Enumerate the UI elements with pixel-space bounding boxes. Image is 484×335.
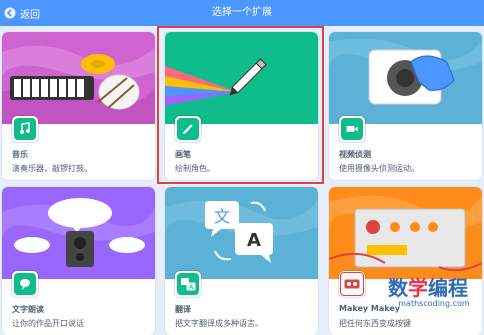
extension-desc: 演奏乐器，敲锣打鼓。 bbox=[12, 164, 92, 173]
pen-icon bbox=[175, 116, 201, 142]
extension-card-text-to-speech[interactable]: 文字朗读 让你的作品开口说话 bbox=[2, 187, 155, 335]
video-camera-icon bbox=[339, 116, 365, 142]
svg-text:文: 文 bbox=[214, 207, 230, 226]
watermark-logo: 数学编程 bbox=[388, 276, 468, 300]
extension-desc: 绘制角色。 bbox=[175, 164, 215, 173]
extension-name: 视频侦测 bbox=[339, 150, 371, 159]
page-title: 选择一个扩展 bbox=[212, 7, 272, 18]
extension-desc: 使用摄像头侦测运动。 bbox=[339, 164, 419, 173]
extension-name: 音乐 bbox=[12, 150, 28, 159]
extension-desc: 把文字翻译成多种语言。 bbox=[175, 319, 263, 328]
translate-illustration: 文 A bbox=[165, 187, 318, 279]
watermark-url: mathscoding.com bbox=[398, 299, 470, 308]
makey-makey-icon bbox=[339, 271, 365, 297]
extension-card-video-sensing[interactable]: 视频侦测 使用摄像头侦测运动。 bbox=[329, 32, 482, 180]
svg-text:A: A bbox=[247, 230, 261, 251]
makey-illustration bbox=[329, 187, 482, 279]
video-illustration bbox=[329, 32, 482, 124]
watermark: 数学编程 mathscoding.com bbox=[388, 277, 480, 321]
music-illustration bbox=[2, 32, 155, 124]
speech-illustration bbox=[2, 187, 155, 279]
header-bar: 返回 选择一个扩展 bbox=[0, 0, 484, 26]
pen-illustration bbox=[165, 32, 318, 124]
speech-bubble-icon bbox=[12, 271, 38, 297]
extension-card-translate[interactable]: 文 A A 翻译 把文字翻译成多种语言。 bbox=[165, 187, 318, 335]
extension-name: 翻译 bbox=[175, 305, 191, 314]
extension-card-pen[interactable]: 画笔 绘制角色。 bbox=[165, 32, 318, 180]
extension-desc: 让你的作品开口说话 bbox=[12, 319, 84, 328]
extension-name: 画笔 bbox=[175, 150, 191, 159]
translate-icon: A bbox=[175, 271, 201, 297]
extension-name: 文字朗读 bbox=[12, 305, 44, 314]
music-icon bbox=[12, 116, 38, 142]
extension-card-music[interactable]: 音乐 演奏乐器，敲锣打鼓。 bbox=[2, 32, 155, 180]
